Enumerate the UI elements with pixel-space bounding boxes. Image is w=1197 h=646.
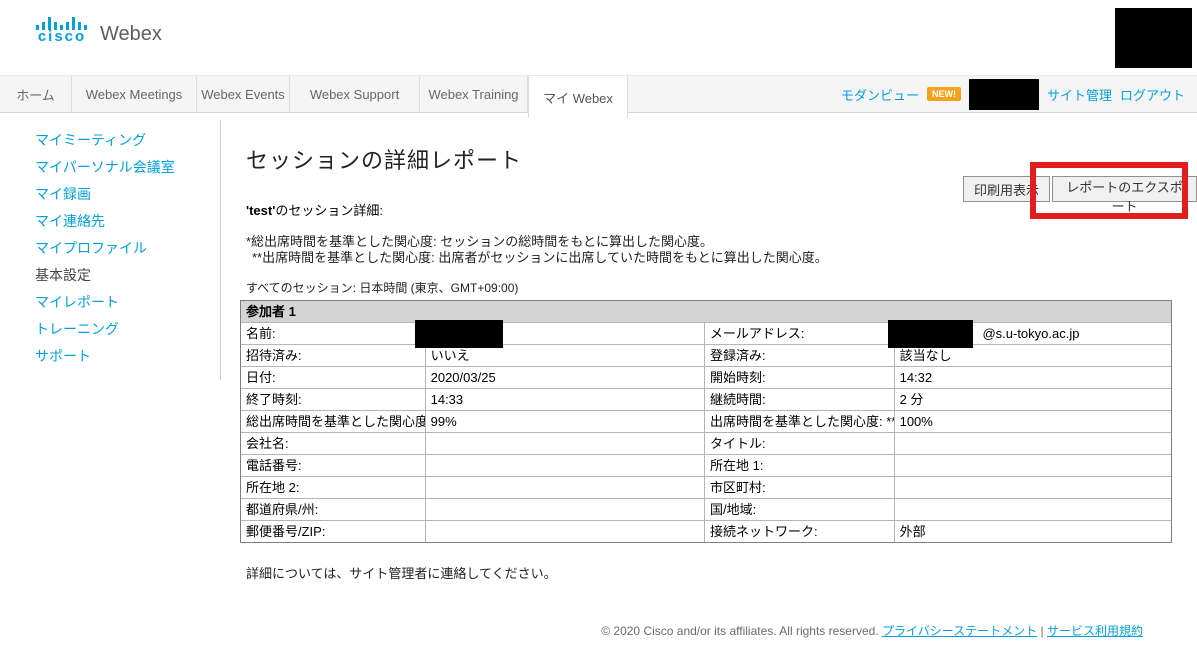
row-label-right: 出席時間を基準とした関心度: ** [705,411,895,432]
row-label-right: 市区町村: [705,477,895,498]
table-row-3: 日付:2020/03/25開始時刻:14:32 [241,366,1171,388]
nav-tab-5[interactable]: Webex Training [420,76,528,112]
row-label-right: 継続時間: [705,389,895,410]
row-label-left: 招待済み: [241,345,426,366]
sidebar-item-5[interactable]: マイプロファイル [0,235,220,262]
contact-admin-note: 詳細については、サイト管理者に連絡してください。 [246,563,557,582]
row-label-right: 開始時刻: [705,367,895,388]
row-value-left [426,455,705,476]
row-label-right: メールアドレス: [705,323,895,344]
row-value-left [426,433,705,454]
webex-classic-page: cisco Webex ホームWebex MeetingsWebex Event… [0,0,1197,646]
row-label-left: 日付: [241,367,426,388]
table-row-6: 会社名: タイトル: [241,432,1171,454]
sidebar-item-8[interactable]: トレーニング [0,316,220,343]
sidebar: マイミーティングマイパーソナル会議室マイ録画マイ連絡先マイプロファイル基本設定マ… [0,120,221,380]
redacted-account-block [1115,8,1192,68]
row-label-left: 会社名: [241,433,426,454]
table-row-1: 名前:メールアドレス:@s.u-tokyo.ac.jp [241,322,1171,344]
table-row-9: 都道府県/州: 国/地域: [241,498,1171,520]
page-title: セッションの詳細レポート [246,143,522,175]
row-value-right [895,499,1171,520]
footer-separator: | [1041,624,1044,638]
participant-table: 参加者 1 名前:メールアドレス:@s.u-tokyo.ac.jp招待済み:いい… [240,300,1172,543]
session-name: 'test' [246,203,275,218]
row-value-left: いいえ [426,345,705,366]
participant-table-header: 参加者 1 [241,301,1171,322]
table-row-7: 電話番号: 所在地 1: [241,454,1171,476]
redacted-email-localpart [888,320,973,348]
export-report-button[interactable]: レポートのエクスポート [1052,176,1197,202]
row-value-left: 99% [426,411,705,432]
row-value-right [895,433,1171,454]
sidebar-item-9[interactable]: サポート [0,343,220,370]
sidebar-item-1[interactable]: マイミーティング [0,127,220,154]
row-value-left: 2020/03/25 [426,367,705,388]
row-label-left: 都道府県/州: [241,499,426,520]
table-row-2: 招待済み:いいえ登録済み:該当なし [241,344,1171,366]
row-label-left: 郵便番号/ZIP: [241,521,426,542]
row-label-right: タイトル: [705,433,895,454]
nav-tab-6[interactable]: マイ Webex [528,76,628,118]
session-intro-text: のセッション詳細: [275,203,383,218]
row-label-right: 登録済み: [705,345,895,366]
print-view-button[interactable]: 印刷用表示 [963,176,1050,202]
table-row-4: 終了時刻:14:33継続時間:2 分 [241,388,1171,410]
copyright-text: © 2020 Cisco and/or its affiliates. All … [601,624,878,638]
table-row-10: 郵便番号/ZIP: 接続ネットワーク:外部 [241,520,1171,542]
row-value-right [895,455,1171,476]
modern-view-link[interactable]: モダンビュー [841,85,919,104]
sidebar-item-4[interactable]: マイ連絡先 [0,208,220,235]
row-value-right [895,477,1171,498]
cisco-webex-logo: cisco Webex [35,16,162,44]
table-row-8: 所在地 2: 市区町村: [241,476,1171,498]
nav-tab-3[interactable]: Webex Events [197,76,290,112]
row-value-right: 該当なし [895,345,1171,366]
row-label-right: 国/地域: [705,499,895,520]
row-label-right: 所在地 1: [705,455,895,476]
new-badge: NEW! [927,87,961,101]
nav-tab-4[interactable]: Webex Support [290,76,420,112]
cisco-logo: cisco [35,16,89,44]
nav-tab-2[interactable]: Webex Meetings [72,76,197,112]
row-value-left: 14:33 [426,389,705,410]
sidebar-item-3[interactable]: マイ録画 [0,181,220,208]
row-value-right: 外部 [895,521,1171,542]
table-row-5: 総出席時間を基準とした関心度: *99%出席時間を基準とした関心度: **100… [241,410,1171,432]
row-label-left: 総出席時間を基準とした関心度: * [241,411,426,432]
row-label-left: 名前: [241,323,426,344]
row-label-left: 終了時刻: [241,389,426,410]
top-navbar: ホームWebex MeetingsWebex EventsWebex Suppo… [0,75,1197,113]
row-value-right: 14:32 [895,367,1171,388]
participant-table-rows: 名前:メールアドレス:@s.u-tokyo.ac.jp招待済み:いいえ登録済み:… [241,322,1171,542]
row-value-left [426,521,705,542]
webex-wordmark: Webex [100,24,162,44]
session-intro: 'test'のセッション詳細: [246,200,383,219]
sidebar-item-7[interactable]: マイレポート [0,289,220,316]
sidebar-item-6[interactable]: 基本設定 [0,262,220,289]
note-attendance: **出席時間を基準とした関心度: 出席者がセッションに出席していた時間をもとに算… [252,247,828,266]
terms-of-service-link[interactable]: サービス利用規約 [1047,624,1143,638]
row-label-right: 接続ネットワーク: [705,521,895,542]
row-value-left [426,499,705,520]
site-admin-link[interactable]: サイト管理 [1047,85,1112,104]
privacy-statement-link[interactable]: プライバシーステートメント [882,624,1037,638]
row-value-left [426,477,705,498]
logout-link[interactable]: ログアウト [1120,85,1185,104]
redacted-user-name [969,79,1039,110]
cisco-wordmark: cisco [38,30,86,44]
row-label-left: 所在地 2: [241,477,426,498]
nav-right-links: モダンビュー NEW! サイト管理 ログアウト [841,76,1185,112]
footer: © 2020 Cisco and/or its affiliates. All … [601,622,1143,639]
nav-tab-1[interactable]: ホーム [0,76,72,112]
row-value-right: 100% [895,411,1171,432]
timezone-line: すべてのセッション: 日本時間 (東京、GMT+09:00) [246,279,518,296]
row-label-left: 電話番号: [241,455,426,476]
redacted-participant-name [415,320,503,348]
row-value-right: 2 分 [895,389,1171,410]
sidebar-item-2[interactable]: マイパーソナル会議室 [0,154,220,181]
